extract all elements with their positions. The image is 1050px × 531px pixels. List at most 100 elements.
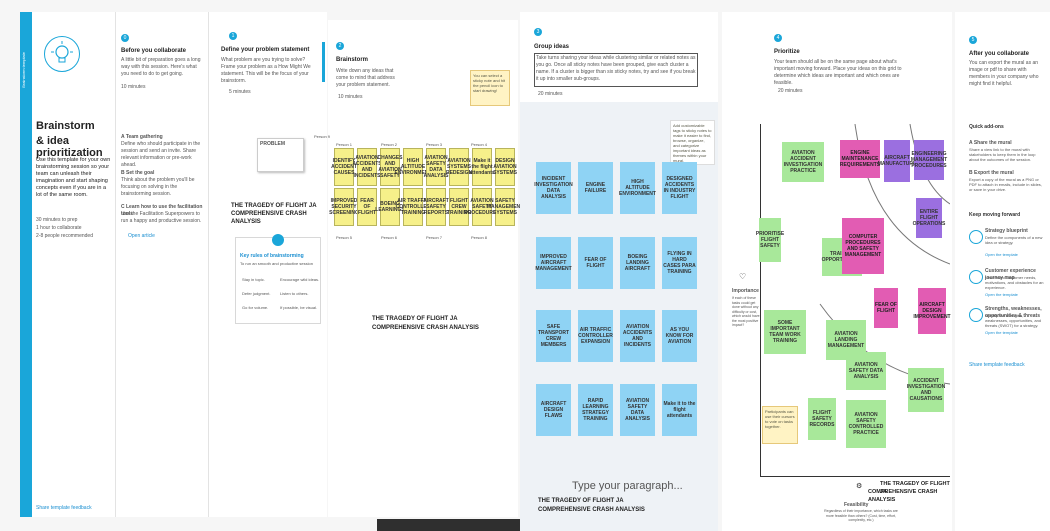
prioritize-sticky-14[interactable]: FLIGHT SAFETY RECORDS — [808, 398, 836, 440]
prioritize-sticky-2[interactable]: ENGINE MAINTENANCE REQUIREMENTS — [840, 140, 880, 178]
group-sticky-14[interactable]: RAPID LEARNING STRATEGY TRAINING — [578, 384, 613, 436]
prioritize-caption-line2: COMPREHENSIVE CRASH ANALYSIS — [868, 489, 938, 503]
define-panel: 1 Define your problem statement What pro… — [208, 12, 327, 517]
brainstorm-title: Brainstorm — [336, 57, 369, 63]
after-feedback-link[interactable]: Share template feedback — [969, 362, 1025, 368]
journey-map-link[interactable]: Open the template — [985, 292, 1018, 297]
swot-text: Identify the strengths, weaknesses, oppo… — [985, 313, 1042, 328]
prioritize-sticky-1[interactable]: AVIATION ACCIDENT INVESTIGATION PRACTICE — [782, 142, 824, 182]
group-sticky-4[interactable]: DESIGNED ACCIDENTS IN INDUSTRY FLIGHT — [662, 162, 697, 214]
strategy-blueprint-title: Strategy blueprint — [985, 228, 1028, 234]
group-sticky-8[interactable]: FLYING IN HARD CASES PARA TRAINING — [662, 237, 697, 289]
quick-add-share-label: A Share the mural — [969, 140, 1012, 146]
group-sticky-16[interactable]: Make it to the flight attendants — [662, 384, 697, 436]
group-sticky-11[interactable]: AVIATION ACCIDENTS AND INCIDENTS — [620, 310, 655, 362]
brainstorm-sticky-7[interactable]: Make it the flight attendants — [469, 148, 495, 186]
prioritize-sticky-8[interactable]: COMPUTER PROCEDURES AND SAFETY MANAGEMEN… — [842, 218, 884, 274]
strategy-blueprint-link[interactable]: Open the template — [985, 252, 1018, 257]
group-sticky-10[interactable]: AIR TRAFFIC CONTROLLER EXPANSION — [578, 310, 613, 362]
define-scroll-indicator[interactable] — [322, 42, 325, 82]
prioritize-sticky-6[interactable]: PRIORITISE FLIGHT SAFETY — [756, 218, 784, 262]
brainstorm-sticky-16[interactable]: SAFETY MANAGEMENT SYSTEMS — [487, 188, 523, 226]
rule-go-for-volume: Go for volume. — [242, 305, 269, 310]
problem-card-title: PROBLEM — [260, 141, 285, 147]
group-step-number: 3 — [534, 28, 542, 36]
after-text: You can export the mural as an image or … — [969, 60, 1039, 87]
define-time: 5 minutes — [229, 89, 251, 95]
person-9-label: Person 9 — [314, 134, 331, 139]
define-title: Define your problem statement — [221, 47, 310, 53]
brainstorm-sticky-9[interactable]: IMPROVED SECURITY SCREENING — [329, 188, 359, 226]
prioritize-sticky-16[interactable]: ACCIDENT INVESTIGATION AND CAUSATIONS — [907, 368, 945, 412]
group-sticky-1[interactable]: INCIDENT INVESTIGATION DATA ANALYSIS — [534, 162, 573, 214]
swot-link[interactable]: Open the template — [985, 330, 1018, 335]
group-panel: 3 Group ideas Take turns sharing your id… — [520, 12, 718, 531]
keep-moving-title: Keep moving forward — [969, 212, 1021, 218]
before-item-a-label: A Team gathering — [121, 134, 163, 140]
intro-feedback-link[interactable]: Share template feedback — [36, 505, 92, 511]
brainstorm-time: 10 minutes — [338, 94, 363, 100]
group-time: 20 minutes — [538, 91, 563, 97]
prioritize-sticky-3[interactable]: AIRCRAFT MANUFACTURE — [878, 140, 916, 182]
brainstorm-sticky-1[interactable]: IDENTIFY ACCIDENT CAUSES — [331, 148, 357, 186]
group-sticky-12[interactable]: AS YOU KNOW FOR AVIATION — [662, 310, 697, 362]
brainstorm-sticky-8[interactable]: DESIGN AVIATION SYSTEMS — [493, 148, 517, 186]
before-open-article-link[interactable]: Open article — [128, 233, 155, 239]
prioritize-sticky-10[interactable]: AIRCRAFT DESIGN IMPROVEMENT — [913, 288, 951, 334]
problem-card: PROBLEM — [257, 138, 304, 172]
brainstorm-sticky-2[interactable]: AVIATION ACCIDENTS AND INCIDENTS — [352, 148, 382, 186]
rule-defer-judgment: Defer judgment. — [242, 291, 271, 296]
brainstorm-sticky-12[interactable]: AIR TRAFFIC CONTROLLER TRAINING — [396, 188, 430, 226]
prioritize-sticky-11[interactable]: SOME IMPORTANT TEAM WORK TRAINING — [764, 310, 806, 354]
group-sticky-6[interactable]: FEAR OF FLIGHT — [578, 237, 613, 289]
prioritize-sticky-4[interactable]: ENGINEERING MANAGEMENT PROCEDURES — [911, 140, 947, 180]
rule-be-visual: If possible, be visual. — [280, 305, 318, 310]
group-title: Group ideas — [534, 44, 570, 50]
brainstorm-caption-line1: THE TRAGEDY OF FLIGHT JA — [372, 316, 458, 322]
paragraph-placeholder[interactable]: Type your paragraph... — [572, 480, 683, 492]
brainstorm-tip-note: You can select a sticky note and hit the… — [470, 70, 510, 106]
group-sticky-5[interactable]: IMPROVED AIRCRAFT MANAGEMENT — [535, 237, 572, 289]
importance-label: Importance — [732, 288, 759, 294]
before-step-number: 0 — [121, 34, 129, 42]
prioritize-sticky-13[interactable]: AVIATION SAFETY DATA ANALYSIS — [846, 352, 886, 390]
rule-encourage-wild: Encourage wild ideas. — [280, 277, 320, 282]
group-sticky-7[interactable]: BOEING LANDING AIRCRAFT — [620, 237, 655, 289]
group-sticky-15[interactable]: AVIATION SAFETY DATA ANALYSIS — [620, 384, 655, 436]
prioritize-panel: 4 Prioritize Your team should all be on … — [722, 12, 952, 531]
before-item-c-text: Use the Facilitation Superpowers to run … — [121, 211, 202, 224]
group-sticky-13[interactable]: AIRCRAFT DESIGN FLAWS — [536, 384, 571, 436]
person-6-label: Person 6 — [381, 235, 398, 240]
strategy-blueprint-icon — [969, 230, 983, 244]
brainstorm-sticky-6[interactable]: AVIATION SYSTEMS REDESIGN — [446, 148, 472, 186]
prioritize-sticky-5[interactable]: ENTIRE FLIGHT OPERATIONS — [913, 198, 945, 238]
prioritize-sticky-15[interactable]: AVIATION SAFETY CONTROLLED PRACTICE — [846, 400, 886, 448]
group-sticky-9[interactable]: SAFE TRANSPORT CREW MEMBERS — [536, 310, 571, 362]
before-item-a-text: Define who should participate in the ses… — [121, 141, 201, 168]
before-time: 10 minutes — [121, 84, 146, 90]
rules-subtitle: To run an smooth and productive session — [240, 261, 313, 266]
intro-title-line1: Brainstorm — [36, 120, 95, 132]
group-caption-line1: THE TRAGEDY OF FLIGHT JA — [538, 498, 624, 504]
journey-map-icon — [969, 270, 983, 284]
rule-listen: Listen to others. — [280, 291, 309, 296]
brainstorm-sticky-10[interactable]: FEAR OF FLIGHT — [357, 188, 377, 226]
feasibility-note: Regardless of their importance, which ta… — [824, 509, 898, 522]
group-sticky-3[interactable]: HIGH ALTITUDE ENVIRONMENT — [619, 162, 656, 214]
group-sticky-2[interactable]: ENGINE FAILURE — [578, 162, 613, 214]
group-tip-note: Add customizable tags to sticky notes to… — [670, 120, 715, 165]
importance-note: If each of these tasks could get done wi… — [732, 296, 760, 327]
brainstorm-sticky-4[interactable]: HIGH ALTITUDE ENVIRONMENT — [395, 148, 431, 186]
strategy-blueprint-text: Define the components of a new idea or s… — [985, 235, 1043, 245]
journey-map-text: Understand customer needs, motivations, … — [985, 275, 1044, 290]
intro-panel: Brainstorm template Brainstorm & idea pr… — [20, 12, 115, 517]
person-5-label: Person 5 — [336, 235, 353, 240]
rules-title: Key rules of brainstorming — [240, 253, 304, 259]
x-axis — [760, 476, 950, 477]
define-text: What problem are you trying to solve? Fr… — [221, 57, 311, 84]
brainstorm-sticky-5[interactable]: AVIATION SAFETY DATA ANALYSIS — [424, 148, 448, 186]
before-text: A little bit of preparation goes a long … — [121, 57, 201, 77]
brainstorm-sticky-13[interactable]: AIRCRAFT SAFETY REPORTS — [423, 188, 449, 226]
prioritize-sticky-9[interactable]: FEAR OF FLIGHT — [874, 288, 898, 328]
intro-description: Use this template for your own brainstor… — [36, 157, 111, 198]
